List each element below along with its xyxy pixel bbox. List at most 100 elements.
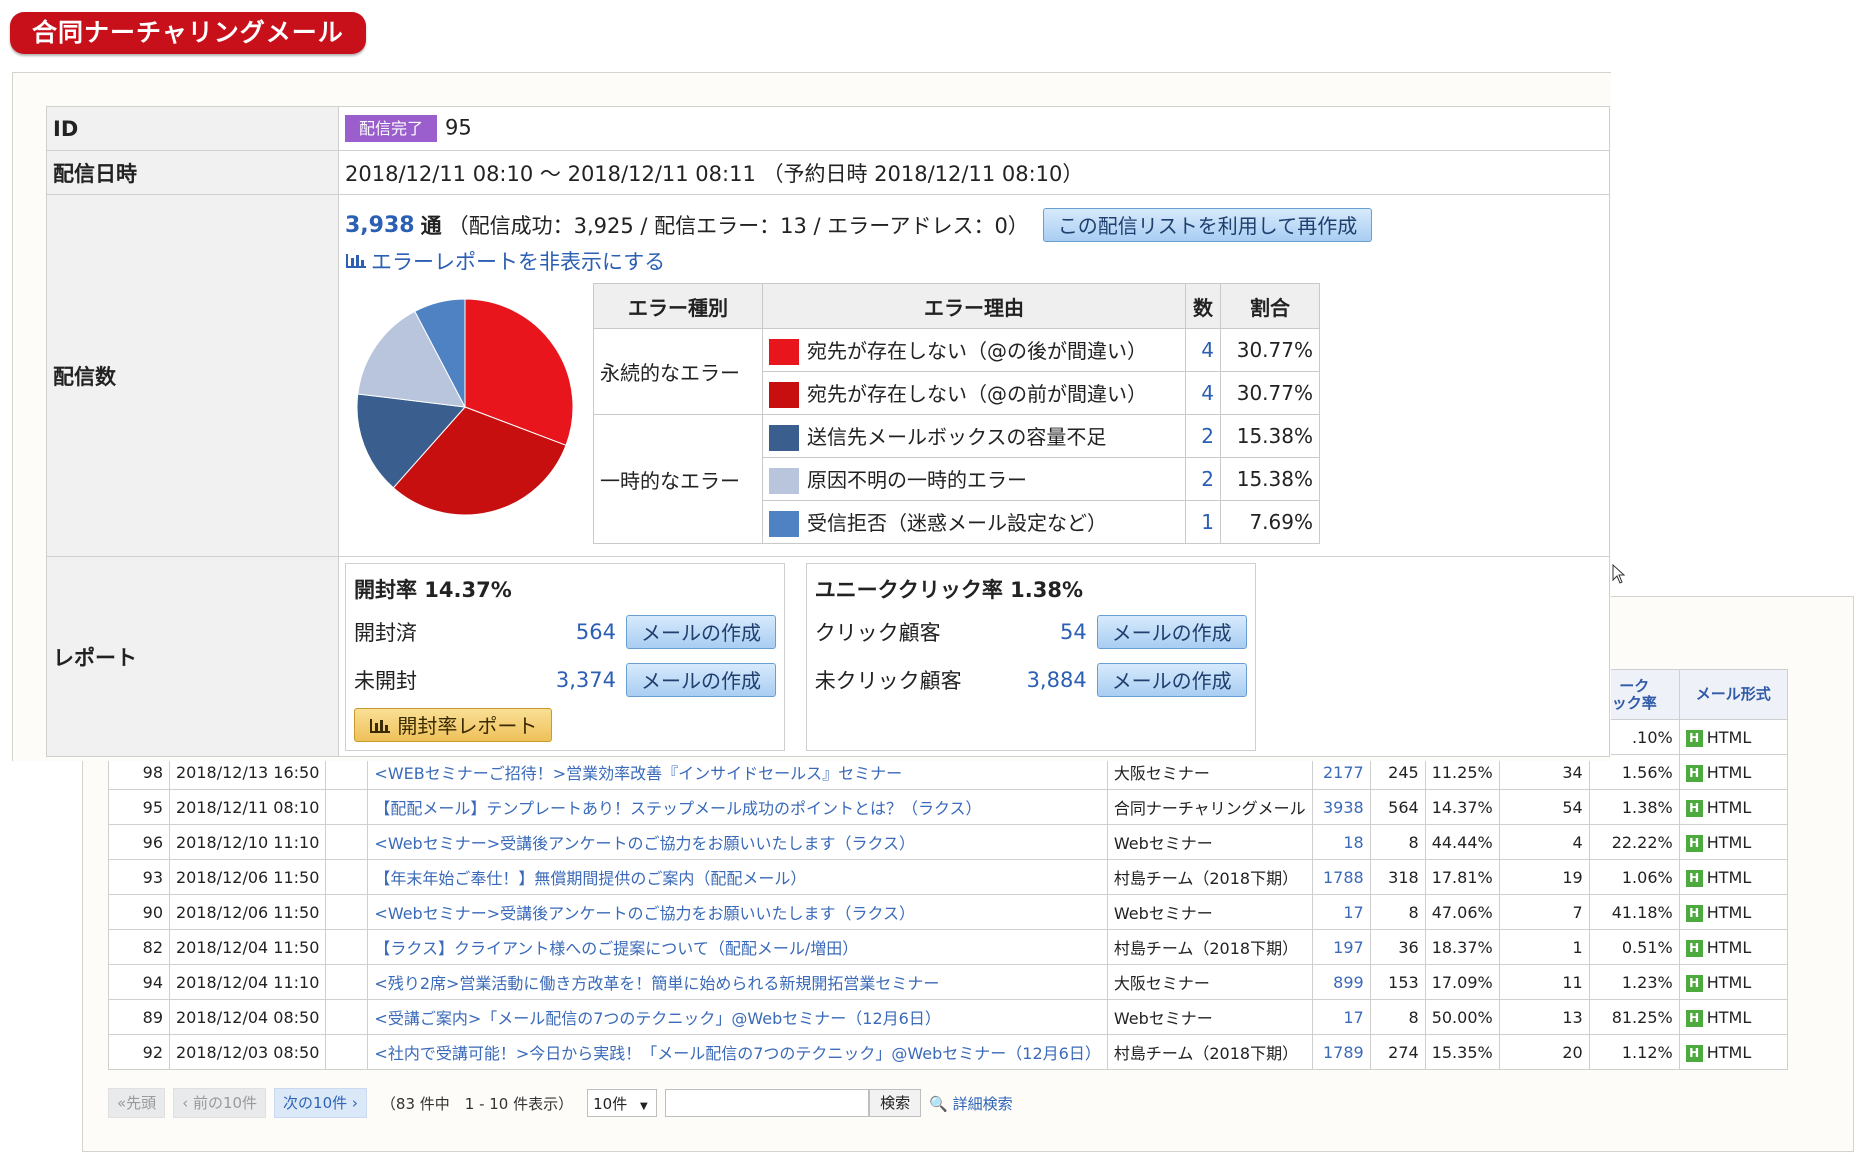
cell-date: 2018/12/06 11:50: [168, 894, 327, 930]
cell-sent-count[interactable]: 1789: [1311, 1034, 1371, 1070]
clicked-value[interactable]: 54: [1060, 620, 1087, 644]
table-row[interactable]: 95 2018/12/11 08:10 【配配メール】テンプレートあり！ステップメー…: [108, 789, 1788, 825]
cell-format: HTML: [1706, 797, 1752, 817]
cell-subject-link[interactable]: 【年末年始ご奉仕！】無償期間提供のご案内（配配メール）: [367, 859, 1108, 895]
cell-sent-count[interactable]: 18: [1311, 824, 1371, 860]
create-mail-unclicked-button[interactable]: メールの作成: [1096, 663, 1247, 697]
cell-id: 82: [108, 929, 170, 965]
cell-sent-count[interactable]: 3938: [1311, 789, 1371, 825]
error-ratio-cell: 30.77%: [1220, 328, 1320, 372]
error-count-cell[interactable]: 4: [1185, 328, 1221, 372]
search-input[interactable]: [665, 1089, 870, 1117]
clicked-label: クリック顧客: [814, 621, 941, 645]
cell-format: HTML: [1706, 762, 1752, 782]
cell-sent-count[interactable]: 17: [1311, 894, 1371, 930]
error-count-cell[interactable]: 2: [1185, 457, 1221, 501]
opened-label: 開封済: [354, 621, 417, 645]
cell-sent-count[interactable]: 899: [1311, 964, 1371, 1000]
cell-subject-link[interactable]: <社内で受講可能！>今日から実践！「メール配信の7つのテクニック」@Webセミナ…: [367, 1034, 1108, 1070]
col-error-type: エラー種別: [593, 283, 763, 329]
legend-swatch: [769, 511, 799, 538]
unopened-value[interactable]: 3,374: [556, 668, 616, 692]
col-mail-format[interactable]: メール形式: [1678, 669, 1788, 720]
table-row[interactable]: 82 2018/12/04 11:50 【ラクス】クライアント様へのご提案について（…: [108, 929, 1788, 965]
cell-click-rate: 81.25%: [1588, 999, 1680, 1035]
cell-subject-link[interactable]: 【配配メール】テンプレートあり！ステップメール成功のポイントとは？（ラクス）: [367, 789, 1108, 825]
cell-clicks: 7: [1498, 894, 1590, 930]
cell-subject-link[interactable]: <Webセミナー>受講後アンケートのご協力をお願いいたします（ラクス）: [367, 894, 1108, 930]
error-ratio-cell: 15.38%: [1220, 457, 1320, 501]
per-page-value: 10件: [593, 1095, 628, 1113]
opened-value[interactable]: 564: [576, 620, 616, 644]
cell-team: 村島チーム（2018下期）: [1106, 1034, 1313, 1070]
create-mail-clicked-button[interactable]: メールの作成: [1096, 615, 1247, 649]
error-type-cell: 一時的なエラー: [593, 414, 763, 544]
cell-clicks: 4: [1498, 824, 1590, 860]
date-value: 2018/12/11 08:10 ～ 2018/12/11 08:11 （予約日…: [338, 150, 1610, 195]
error-count-cell[interactable]: 1: [1185, 500, 1221, 544]
recreate-button[interactable]: この配信リストを利用して再作成: [1042, 208, 1373, 242]
cell-clicks: 20: [1498, 1034, 1590, 1070]
open-rate-box: 開封率 14.37% 開封済 564 メールの作成 未開封 3,374 メールの…: [345, 563, 785, 751]
html-format-icon: H: [1685, 764, 1703, 782]
error-row: 永続的なエラー 宛先が存在しない（@の後が間違い） 4 30.77%: [593, 328, 1320, 415]
table-row[interactable]: 93 2018/12/06 11:50 【年末年始ご奉仕！】無償期間提供のご案内（配…: [108, 859, 1788, 895]
search-button[interactable]: 検索: [869, 1089, 922, 1117]
pager-first-button[interactable]: «先頭: [108, 1088, 166, 1118]
cell-opened: 8: [1369, 999, 1426, 1035]
cell-format: HTML: [1706, 937, 1752, 957]
error-reason-text: 宛先が存在しない（@の後が間違い）: [807, 338, 1147, 363]
legend-swatch: [769, 425, 799, 452]
unclicked-label: 未クリック顧客: [814, 669, 962, 693]
click-rate-title: ユニーククリック率 1.38%: [814, 578, 1084, 602]
chevron-down-icon: ▼: [639, 1101, 648, 1112]
cell-subject-link[interactable]: <Webセミナー>受講後アンケートのご協力をお願いいたします（ラクス）: [367, 824, 1108, 860]
advanced-search-link[interactable]: 🔍 詳細検索: [929, 1093, 1012, 1114]
cell-click-rate: 1.23%: [1588, 964, 1680, 1000]
cell-click-rate: 1.38%: [1588, 789, 1680, 825]
error-count-cell[interactable]: 2: [1185, 414, 1221, 458]
error-count-cell[interactable]: 4: [1185, 371, 1221, 415]
html-format-icon: H: [1685, 869, 1703, 887]
table-row[interactable]: 89 2018/12/04 08:50 <受講ご案内>「メール配信の7つのテクニック…: [108, 999, 1788, 1035]
cell-date: 2018/12/04 08:50: [168, 999, 327, 1035]
cell-id: 92: [108, 1034, 170, 1070]
table-row[interactable]: 96 2018/12/10 11:10 <Webセミナー>受講後アンケートのご協力を…: [108, 824, 1788, 860]
col-error-ratio: 割合: [1220, 283, 1320, 329]
cell-subject-link[interactable]: 【ラクス】クライアント様へのご提案について（配配メール/増田）: [367, 929, 1108, 965]
create-mail-unopened-button[interactable]: メールの作成: [626, 663, 776, 697]
bar-chart-icon: [370, 719, 390, 733]
html-format-icon: H: [1685, 904, 1703, 922]
cell-subject-link[interactable]: <残り2席>営業活動に働き方改革を！簡単に始められる新規開拓営業セミナー: [367, 964, 1108, 1000]
date-label: 配信日時: [46, 150, 339, 195]
table-row[interactable]: 90 2018/12/06 11:50 <Webセミナー>受講後アンケートのご協力を…: [108, 894, 1788, 930]
count-row: 配信数 3,938 通 （配信成功：3,925 / 配信エラー：13 / エラー…: [46, 194, 1610, 557]
cell-date: 2018/12/04 11:50: [168, 929, 327, 965]
pager-next-button[interactable]: 次の10件 ›: [274, 1088, 367, 1118]
cell-format: HTML: [1706, 727, 1752, 747]
pager-prev-button[interactable]: ‹ 前の10件: [173, 1088, 267, 1118]
cell-team: Webセミナー: [1106, 824, 1313, 860]
cell-date: 2018/12/03 08:50: [168, 1034, 327, 1070]
cell-id: 90: [108, 894, 170, 930]
open-rate-report-button[interactable]: 開封率レポート: [354, 708, 553, 742]
create-mail-opened-button[interactable]: メールの作成: [626, 615, 776, 649]
html-format-icon: H: [1685, 834, 1703, 852]
table-row[interactable]: 94 2018/12/04 11:10 <残り2席>営業活動に働き方改革を！簡単に始…: [108, 964, 1788, 1000]
hide-error-report-link[interactable]: エラーレポートを非表示にする: [345, 245, 1603, 277]
error-type-cell: 永続的なエラー: [593, 328, 763, 415]
error-reason-cell: 原因不明の一時的エラー: [762, 457, 1186, 501]
pager: «先頭 ‹ 前の10件 次の10件 › （83 件中 1 - 10 件表示） 1…: [108, 1088, 1013, 1118]
table-row[interactable]: 92 2018/12/03 08:50 <社内で受講可能！>今日から実践！「メール配…: [108, 1034, 1788, 1070]
open-rate-report-label: 開封率レポート: [397, 714, 538, 738]
cell-sent-count[interactable]: 17: [1311, 999, 1371, 1035]
per-page-select[interactable]: 10件 ▼: [587, 1089, 658, 1117]
cell-subject-link[interactable]: <受講ご案内>「メール配信の7つのテクニック」@Webセミナー（12月6日）: [367, 999, 1108, 1035]
cell-sent-count[interactable]: 1788: [1311, 859, 1371, 895]
cell-opened: 153: [1369, 964, 1426, 1000]
count-breakdown: （配信成功：3,925 / 配信エラー：13 / エラーアドレス：0）: [447, 214, 1029, 238]
cell-sent-count[interactable]: 197: [1311, 929, 1371, 965]
unclicked-value[interactable]: 3,884: [1027, 668, 1087, 692]
count-label: 配信数: [46, 194, 339, 557]
error-table: エラー種別 エラー理由 数 割合 永続的なエラー 宛先が存在しない（@の後が間違い…: [593, 283, 1320, 544]
